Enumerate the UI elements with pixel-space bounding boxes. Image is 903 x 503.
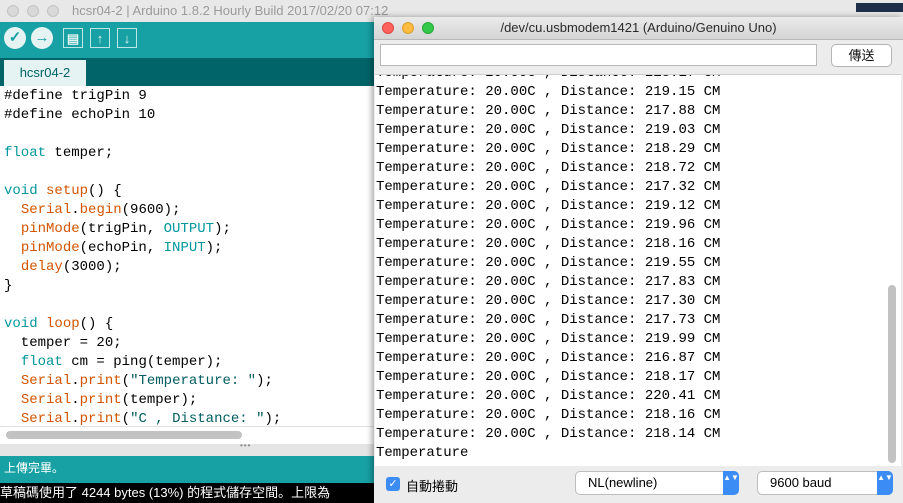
serial-output-line: Temperature: 20.00C , Distance: 217.32 C… bbox=[376, 179, 721, 195]
code-line: void setup() { bbox=[4, 183, 122, 199]
autoscroll-checkbox[interactable]: ✓ bbox=[386, 477, 400, 491]
serial-output-line: Temperature: 20.00C , Distance: 219.55 C… bbox=[376, 255, 721, 271]
code-line: void loop() { bbox=[4, 316, 114, 332]
serial-output-line: Temperature: 20.00C , Distance: 220.41 C… bbox=[376, 388, 721, 404]
save-sketch-icon[interactable]: ↓ bbox=[117, 28, 137, 48]
chevron-updown-icon: ▲▼ bbox=[723, 471, 739, 495]
serial-output-line: Temperature: 20.00C , Distance: 217.88 C… bbox=[376, 103, 721, 119]
serial-output-line: Temperature: 20.00C , Distance: 219.15 C… bbox=[376, 84, 721, 100]
serial-output-line: Temperature: 20.00C , Distance: 218.14 C… bbox=[376, 426, 721, 442]
send-button[interactable]: 傳送 bbox=[831, 44, 892, 67]
serial-output-line: Temperature: 20.00C , Distance: 218.72 C… bbox=[376, 160, 721, 176]
serial-minimize-button[interactable] bbox=[402, 22, 414, 34]
serial-output-line: Temperature: 20.00C , Distance: 219.12 C… bbox=[376, 198, 721, 214]
serial-output-line: Temperature: 20.00C , Distance: 218.16 C… bbox=[376, 236, 721, 252]
code-line: Serial.begin(9600); bbox=[20, 202, 181, 218]
serial-scroll-thumb[interactable] bbox=[888, 285, 896, 463]
serial-close-button[interactable] bbox=[382, 22, 394, 34]
serial-output[interactable]: Temperature: 20.00C , Distance: 218.17 C… bbox=[375, 74, 901, 467]
serial-title-bar: /dev/cu.usbmodem1421 (Arduino/Genuino Un… bbox=[374, 17, 903, 40]
status-bar: 上傳完畢。 bbox=[0, 456, 380, 483]
code-line: delay(3000); bbox=[20, 259, 122, 275]
code-line: float temper; bbox=[4, 145, 114, 161]
editor-console-splitter[interactable]: ••• bbox=[0, 441, 380, 456]
code-line: Serial.print(temper); bbox=[20, 392, 198, 408]
serial-output-line: Temperature: 20.00C , Distance: 217.30 C… bbox=[376, 293, 721, 309]
open-sketch-icon[interactable]: ↑ bbox=[90, 28, 110, 48]
code-editor[interactable]: #define trigPin 9 #define echoPin 10 float… bbox=[0, 86, 380, 427]
serial-monitor-window: /dev/cu.usbmodem1421 (Arduino/Genuino Un… bbox=[374, 17, 903, 503]
serial-bottom-bar: ✓ 自動捲動 NL(newline) ▲▼ 9600 baud ▲▼ bbox=[374, 466, 903, 503]
chevron-updown-icon: ▲▼ bbox=[877, 471, 893, 495]
serial-window-title: /dev/cu.usbmodem1421 (Arduino/Genuino Un… bbox=[500, 20, 777, 35]
serial-output-line: Temperature: 20.00C , Distance: 219.99 C… bbox=[376, 331, 721, 347]
code-line: float cm = ping(temper); bbox=[20, 354, 223, 370]
console-output: 草稿碼使用了 4244 bytes (13%) 的程式儲存空間。上限為 bbox=[0, 483, 380, 503]
serial-output-line: Temperature: 20.00C , Distance: 217.73 C… bbox=[376, 312, 721, 328]
ide-close-button[interactable] bbox=[7, 5, 19, 17]
ide-window-title: hcsr04-2 | Arduino 1.8.2 Hourly Build 20… bbox=[72, 3, 389, 18]
line-ending-value: NL(newline) bbox=[588, 475, 658, 490]
code-line: Serial.print("Temperature: "); bbox=[20, 373, 273, 389]
splitter-handle: ••• bbox=[240, 441, 252, 450]
code-line: pinMode(trigPin, OUTPUT); bbox=[20, 221, 231, 237]
baud-rate-value: 9600 baud bbox=[770, 475, 832, 490]
editor-scroll-thumb[interactable] bbox=[6, 431, 242, 439]
serial-output-line: Temperature: 20.00C , Distance: 219.03 C… bbox=[376, 122, 721, 138]
ide-zoom-button[interactable] bbox=[47, 5, 59, 17]
serial-output-line: Temperature: 20.00C , Distance: 218.17 C… bbox=[376, 75, 720, 83]
serial-output-line: Temperature: 20.00C , Distance: 218.17 C… bbox=[376, 369, 721, 385]
serial-output-line: Temperature: 20.00C , Distance: 218.16 C… bbox=[376, 407, 721, 423]
background-window-strip bbox=[856, 3, 903, 12]
code-line: } bbox=[4, 278, 13, 294]
code-line: temper = 20; bbox=[4, 335, 122, 351]
line-ending-select[interactable]: NL(newline) ▲▼ bbox=[575, 471, 739, 495]
serial-send-input[interactable] bbox=[380, 44, 817, 66]
verify-icon[interactable]: ✓ bbox=[4, 27, 26, 49]
code-line: pinMode(echoPin, INPUT); bbox=[20, 240, 223, 256]
serial-output-line: Temperature: 20.00C , Distance: 219.96 C… bbox=[376, 217, 721, 233]
code-line: #define trigPin 9 bbox=[4, 88, 147, 104]
serial-output-line: Temperature bbox=[376, 445, 469, 461]
serial-output-line: Temperature: 20.00C , Distance: 217.83 C… bbox=[376, 274, 721, 290]
serial-zoom-button[interactable] bbox=[422, 22, 434, 34]
new-sketch-icon[interactable]: ▤ bbox=[63, 28, 83, 48]
upload-icon[interactable]: → bbox=[31, 27, 53, 49]
code-line: #define echoPin 10 bbox=[4, 107, 156, 123]
autoscroll-label: 自動捲動 bbox=[406, 479, 459, 494]
tab-hcsr04-2[interactable]: hcsr04-2 bbox=[4, 60, 86, 86]
serial-output-line: Temperature: 20.00C , Distance: 216.87 C… bbox=[376, 350, 721, 366]
editor-horizontal-scrollbar[interactable] bbox=[0, 426, 380, 445]
baud-rate-select[interactable]: 9600 baud ▲▼ bbox=[757, 471, 893, 495]
serial-output-line: Temperature: 20.00C , Distance: 218.29 C… bbox=[376, 141, 721, 157]
ide-minimize-button[interactable] bbox=[27, 5, 39, 17]
